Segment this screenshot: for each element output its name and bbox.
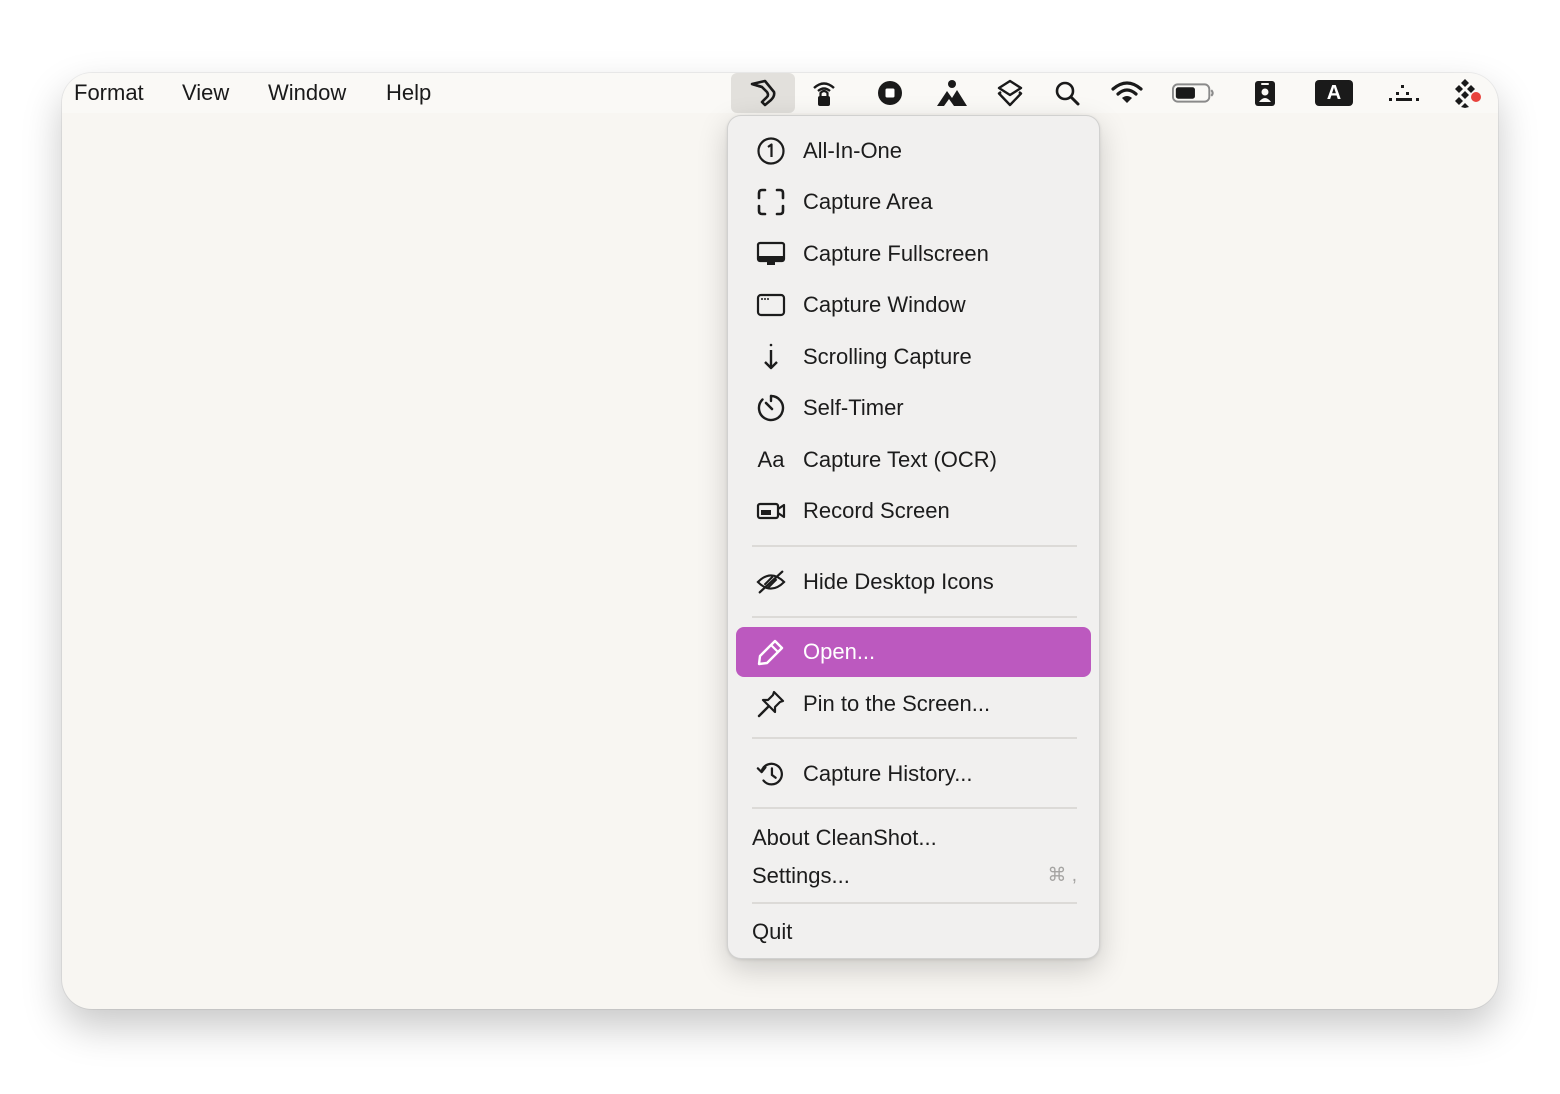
- video-camera-icon: [756, 496, 786, 526]
- layers-icon[interactable]: [988, 77, 1032, 109]
- menu-separator: [752, 807, 1077, 809]
- menu-item-label: Capture Fullscreen: [803, 241, 989, 266]
- menu-item-pin-to-screen[interactable]: Pin to the Screen...: [736, 679, 1091, 729]
- dots-icon[interactable]: [1382, 77, 1426, 109]
- menu-format[interactable]: Format: [74, 79, 144, 107]
- menu-item-capture-area[interactable]: Capture Area: [736, 177, 1091, 227]
- menu-item-label: Hide Desktop Icons: [803, 569, 994, 594]
- menu-view[interactable]: View: [182, 79, 229, 107]
- menu-item-label: Capture Area: [803, 189, 933, 214]
- one-circle-icon: [756, 136, 786, 166]
- menu-item-scrolling-capture[interactable]: Scrolling Capture: [736, 332, 1091, 382]
- menu-item-label: Self-Timer: [803, 395, 904, 420]
- menu-item-label: Settings...: [752, 863, 850, 888]
- menu-item-open[interactable]: Open...: [736, 627, 1091, 677]
- menu-item-capture-history[interactable]: Capture History...: [736, 749, 1091, 799]
- menu-item-label: Capture History...: [803, 761, 973, 786]
- menu-separator: [752, 737, 1077, 739]
- app-grid-icon[interactable]: [1446, 77, 1490, 109]
- arrow-down-icon: [756, 342, 786, 372]
- record-stop-icon[interactable]: [868, 77, 912, 109]
- menu-item-quit[interactable]: Quit: [736, 907, 1091, 957]
- menu-item-label: Open...: [803, 639, 876, 664]
- menu-item-label: Pin to the Screen...: [803, 691, 991, 716]
- text-aa-icon: Aa: [756, 445, 786, 475]
- menu-help[interactable]: Help: [386, 79, 431, 107]
- text-aa-glyph: Aa: [757, 447, 785, 472]
- monitor-icon: [756, 239, 786, 269]
- history-icon: [756, 759, 786, 789]
- pin-icon: [756, 689, 786, 719]
- timer-icon: [756, 393, 786, 423]
- menu-item-record-screen[interactable]: Record Screen: [736, 486, 1091, 536]
- input-source-icon[interactable]: A: [1312, 77, 1356, 109]
- menu-item-capture-fullscreen[interactable]: Capture Fullscreen: [736, 229, 1091, 279]
- airdrop-lock-icon[interactable]: [802, 77, 846, 109]
- menu-item-capture-window[interactable]: Capture Window: [736, 280, 1091, 330]
- menu-item-hide-desktop-icons[interactable]: Hide Desktop Icons: [736, 557, 1091, 607]
- menu-window[interactable]: Window: [268, 79, 346, 107]
- menu-separator: [752, 902, 1077, 904]
- window-icon: [756, 290, 786, 320]
- mountains-icon[interactable]: [930, 77, 974, 109]
- menu-item-label: Scrolling Capture: [803, 344, 972, 369]
- wifi-icon[interactable]: [1105, 77, 1149, 109]
- eye-slash-icon: [756, 567, 786, 597]
- input-source-label: A: [1315, 80, 1353, 106]
- menu-separator: [752, 545, 1077, 547]
- menu-item-label: Record Screen: [803, 498, 950, 523]
- menu-item-label: Capture Window: [803, 292, 966, 317]
- cleanshot-dropdown-menu: All-In-One Capture Area Capture Fullscre…: [727, 115, 1100, 959]
- menu-item-self-timer[interactable]: Self-Timer: [736, 383, 1091, 433]
- menu-item-capture-text[interactable]: Aa Capture Text (OCR): [736, 435, 1091, 485]
- capture-area-icon: [756, 187, 786, 217]
- menu-bar: Format View Window Help A: [62, 73, 1498, 113]
- menu-item-label: Capture Text (OCR): [803, 447, 997, 472]
- battery-icon[interactable]: [1172, 77, 1216, 109]
- menu-item-label: All-In-One: [803, 138, 903, 163]
- menu-item-settings[interactable]: Settings... ⌘ ,: [736, 851, 1091, 901]
- id-badge-icon[interactable]: [1243, 77, 1287, 109]
- settings-shortcut: ⌘ ,: [1047, 865, 1077, 886]
- search-icon[interactable]: [1045, 77, 1089, 109]
- menu-separator: [752, 616, 1077, 618]
- menu-item-all-in-one[interactable]: All-In-One: [736, 126, 1091, 176]
- pencil-icon: [756, 637, 786, 667]
- menu-item-label: Quit: [752, 919, 793, 944]
- cleanshot-icon[interactable]: [731, 73, 795, 113]
